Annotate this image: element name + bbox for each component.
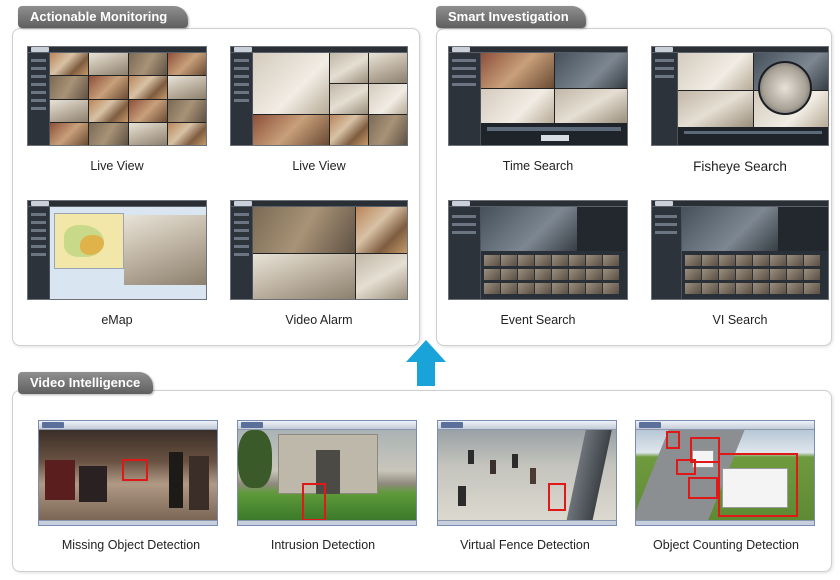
live-view-thumbnail-2[interactable]	[230, 46, 408, 146]
detection-box	[302, 483, 326, 521]
event-search-caption: Event Search	[500, 313, 576, 327]
emap-caption: eMap	[101, 313, 133, 327]
vi-search-thumbnail[interactable]	[651, 200, 829, 300]
detection-box	[548, 483, 566, 511]
live-view-caption-2: Live View	[292, 159, 346, 173]
virtual-fence-detection-caption: Virtual Fence Detection	[460, 538, 590, 552]
actionable-monitoring-title: Actionable Monitoring	[18, 6, 188, 28]
video-alarm-caption: Video Alarm	[285, 313, 353, 327]
intrusion-detection-thumbnail[interactable]	[237, 420, 417, 526]
fisheye-search-thumbnail[interactable]	[651, 46, 829, 146]
object-counting-detection-caption: Object Counting Detection	[653, 538, 799, 552]
object-counting-detection-thumbnail[interactable]	[635, 420, 815, 526]
detection-box	[666, 431, 680, 449]
missing-object-detection-caption: Missing Object Detection	[61, 538, 201, 552]
intrusion-detection-caption: Intrusion Detection	[270, 538, 376, 552]
event-search-thumbnail[interactable]	[448, 200, 628, 300]
virtual-fence-detection-thumbnail[interactable]	[437, 420, 617, 526]
detection-box	[122, 459, 148, 481]
live-view-caption-1: Live View	[90, 159, 144, 173]
detection-box	[676, 459, 696, 475]
video-alarm-thumbnail[interactable]	[230, 200, 408, 300]
missing-object-detection-thumbnail[interactable]	[38, 420, 218, 526]
live-view-thumbnail-1[interactable]	[27, 46, 207, 146]
vi-search-caption: VI Search	[712, 313, 768, 327]
video-intelligence-title: Video Intelligence	[18, 372, 153, 394]
time-search-thumbnail[interactable]	[448, 46, 628, 146]
emap-thumbnail[interactable]	[27, 200, 207, 300]
time-search-caption: Time Search	[502, 159, 574, 173]
detection-box	[688, 477, 718, 499]
detection-box	[718, 453, 798, 517]
smart-investigation-title: Smart Investigation	[436, 6, 586, 28]
fisheye-search-caption: Fisheye Search	[693, 159, 787, 174]
